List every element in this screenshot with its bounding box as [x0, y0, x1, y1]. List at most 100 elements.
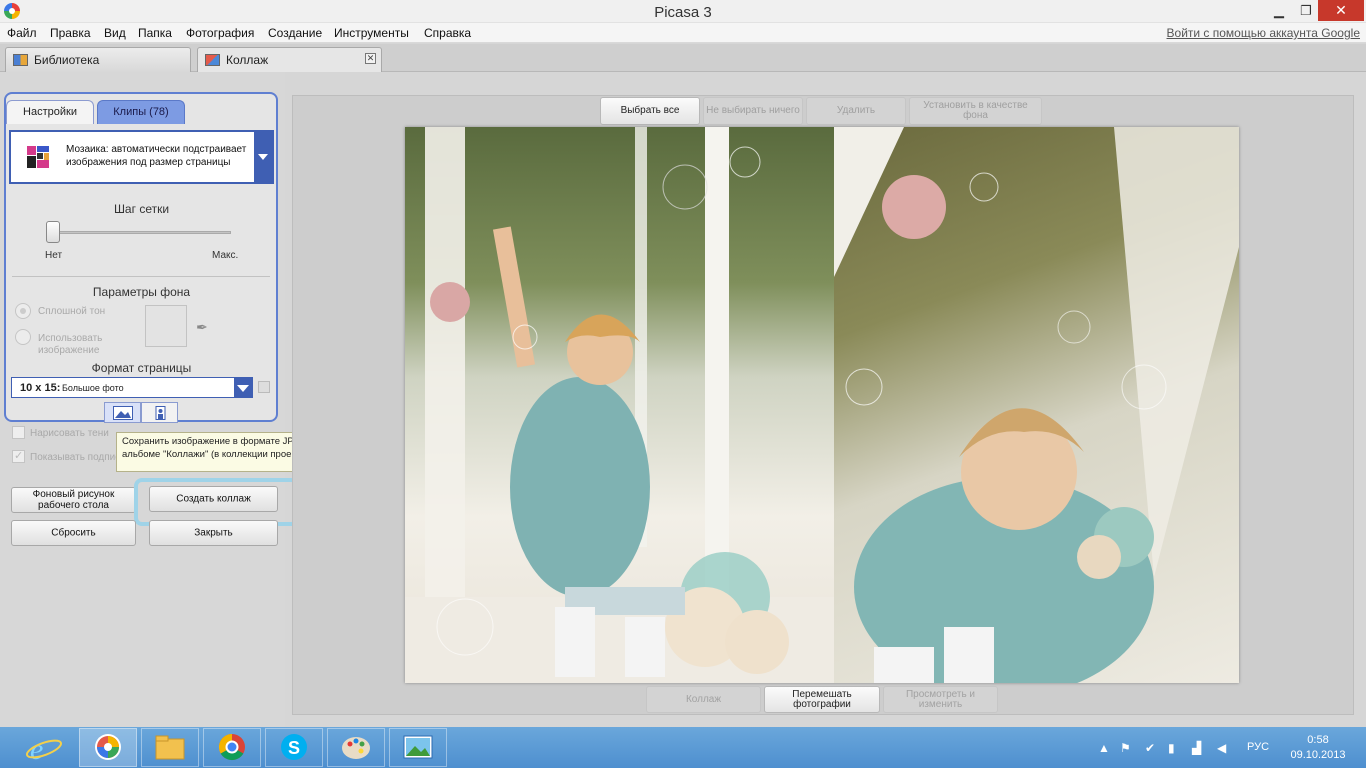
grid-step-title: Шаг сетки: [113, 202, 170, 216]
reset-label: Сбросить: [51, 527, 96, 539]
svg-text:S: S: [288, 738, 300, 758]
windows-taskbar: e S ▲ ⚑ ✔ ▮ ▟ ◀ РУС 0:58 09.10.2013: [0, 727, 1366, 768]
tab-collage-label: Коллаж: [226, 53, 269, 67]
background-color-swatch[interactable]: [145, 305, 187, 347]
menu-view[interactable]: Вид: [104, 26, 126, 40]
chevron-down-icon[interactable]: [254, 132, 272, 182]
picasa-icon: [95, 734, 121, 760]
taskbar-skype[interactable]: S: [265, 728, 323, 767]
folder-icon: [155, 735, 185, 760]
desktop-wallpaper-button[interactable]: Фоновый рисунок рабочего стола: [11, 487, 136, 513]
tray-expand-icon[interactable]: ▲: [1098, 741, 1110, 755]
menu-photo[interactable]: Фотография: [186, 26, 254, 40]
grid-slider-track[interactable]: [50, 231, 231, 234]
title-bar: Picasa 3 ▁ ❐ ✕: [0, 0, 1366, 23]
menu-bar: Файл Правка Вид Папка Фотография Создани…: [0, 23, 1366, 43]
draw-shadows-checkbox[interactable]: [12, 426, 25, 439]
delete-label: Удалить: [836, 105, 876, 116]
menu-create[interactable]: Создание: [268, 26, 322, 40]
draw-shadows-label: Нарисовать тени: [30, 428, 109, 439]
paint-palette-icon: [342, 737, 370, 759]
solid-color-label: Сплошной тон: [38, 306, 106, 317]
battery-icon[interactable]: ▮: [1168, 741, 1175, 755]
taskbar-chrome[interactable]: [203, 728, 261, 767]
use-image-label: Использовать изображение: [38, 333, 103, 356]
volume-icon[interactable]: ◀: [1217, 741, 1226, 755]
clock[interactable]: 0:58 09.10.2013: [1278, 733, 1358, 763]
taskbar-photo-viewer[interactable]: [389, 728, 447, 767]
portrait-icon: [155, 406, 166, 420]
menu-tools[interactable]: Инструменты: [334, 26, 409, 40]
chrome-icon: [218, 733, 245, 761]
library-icon: [13, 54, 28, 66]
security-icon[interactable]: ✔: [1145, 741, 1155, 755]
close-tab-icon[interactable]: ✕: [365, 53, 376, 64]
solid-color-radio[interactable]: [15, 303, 31, 319]
view-edit-button[interactable]: Просмотреть и изменить: [883, 686, 998, 713]
network-signal-icon[interactable]: ▟: [1192, 741, 1201, 755]
menu-edit[interactable]: Правка: [50, 26, 91, 40]
grid-min-label: Нет: [45, 250, 63, 261]
collage-button[interactable]: Коллаж: [646, 686, 761, 713]
tab-clips[interactable]: Клипы (78): [97, 100, 185, 124]
taskbar-picasa[interactable]: [79, 728, 137, 767]
select-all-button[interactable]: Выбрать все: [600, 97, 700, 125]
menu-folder[interactable]: Папка: [138, 26, 172, 40]
shuffle-photos-label: Перемешать фотографии: [792, 688, 852, 710]
menu-help[interactable]: Справка: [424, 26, 471, 40]
collage-icon: [205, 54, 220, 66]
shuffle-photos-button[interactable]: Перемешать фотографии: [764, 686, 880, 713]
create-collage-label: Создать коллаж: [176, 493, 251, 505]
close-label: Закрыть: [194, 527, 233, 539]
page-format-dropdown[interactable]: 10 x 15: Большое фото: [11, 377, 253, 398]
layout-type-dropdown[interactable]: Мозаика: автоматически подстраивает изоб…: [9, 130, 274, 184]
view-edit-label: Просмотреть и изменить: [905, 688, 976, 710]
taskbar-paint[interactable]: [327, 728, 385, 767]
delete-button[interactable]: Удалить: [806, 97, 906, 125]
photo-child-closeup: [834, 127, 1239, 683]
portrait-orientation-button[interactable]: [141, 402, 178, 423]
menu-file[interactable]: Файл: [7, 26, 37, 40]
desktop-wallpaper-label: Фоновый рисунок рабочего стола: [32, 489, 115, 511]
minimize-button[interactable]: ▁: [1265, 0, 1293, 21]
create-collage-button[interactable]: Создать коллаж: [149, 486, 278, 512]
background-options-title: Параметры фона: [92, 285, 191, 299]
clock-time: 0:58: [1307, 734, 1329, 746]
set-background-button[interactable]: Установить в качестве фона: [909, 97, 1042, 125]
set-background-label: Установить в качестве фона: [923, 100, 1028, 121]
landscape-icon: [113, 406, 133, 420]
clock-date: 09.10.2013: [1290, 749, 1346, 761]
chevron-down-icon[interactable]: [234, 378, 252, 397]
select-none-button[interactable]: Не выбирать ничего: [703, 97, 803, 125]
reset-button[interactable]: Сбросить: [11, 520, 136, 546]
input-language[interactable]: РУС: [1247, 741, 1269, 753]
eyedropper-icon[interactable]: ✒: [196, 319, 208, 336]
page-format-title: Формат страницы: [91, 361, 192, 375]
page-format-extra-icon[interactable]: [258, 381, 270, 393]
tab-collage[interactable]: Коллаж ✕: [197, 47, 382, 72]
page-format-name: Большое фото: [62, 383, 124, 393]
action-center-flag-icon[interactable]: ⚑: [1120, 741, 1131, 755]
collage-settings-panel: Настройки Клипы (78) Мозаика: автоматиче…: [0, 72, 327, 727]
google-login-link[interactable]: Войти с помощью аккаунта Google: [1167, 26, 1360, 40]
photo-viewer-icon: [403, 735, 433, 759]
grid-slider-thumb[interactable]: [46, 221, 60, 243]
collage-label: Коллаж: [685, 693, 722, 705]
use-image-radio[interactable]: [15, 329, 31, 345]
skype-icon: S: [281, 734, 307, 760]
collage-photo-1[interactable]: [405, 127, 834, 683]
maximize-button[interactable]: ❐: [1292, 0, 1320, 21]
close-window-button[interactable]: ✕: [1318, 0, 1364, 21]
divider: [12, 276, 270, 277]
landscape-orientation-button[interactable]: [104, 402, 141, 423]
taskbar-explorer[interactable]: [141, 728, 199, 767]
select-all-label: Выбрать все: [620, 105, 680, 116]
select-none-label: Не выбирать ничего: [706, 105, 800, 116]
show-captions-checkbox[interactable]: [12, 449, 25, 463]
collage-photo-2[interactable]: [834, 127, 1239, 683]
collage-canvas[interactable]: [405, 127, 1239, 683]
internet-explorer-icon[interactable]: e: [24, 733, 64, 763]
tab-settings[interactable]: Настройки: [6, 100, 94, 124]
tab-library[interactable]: Библиотека: [5, 47, 191, 72]
close-button[interactable]: Закрыть: [149, 520, 278, 546]
